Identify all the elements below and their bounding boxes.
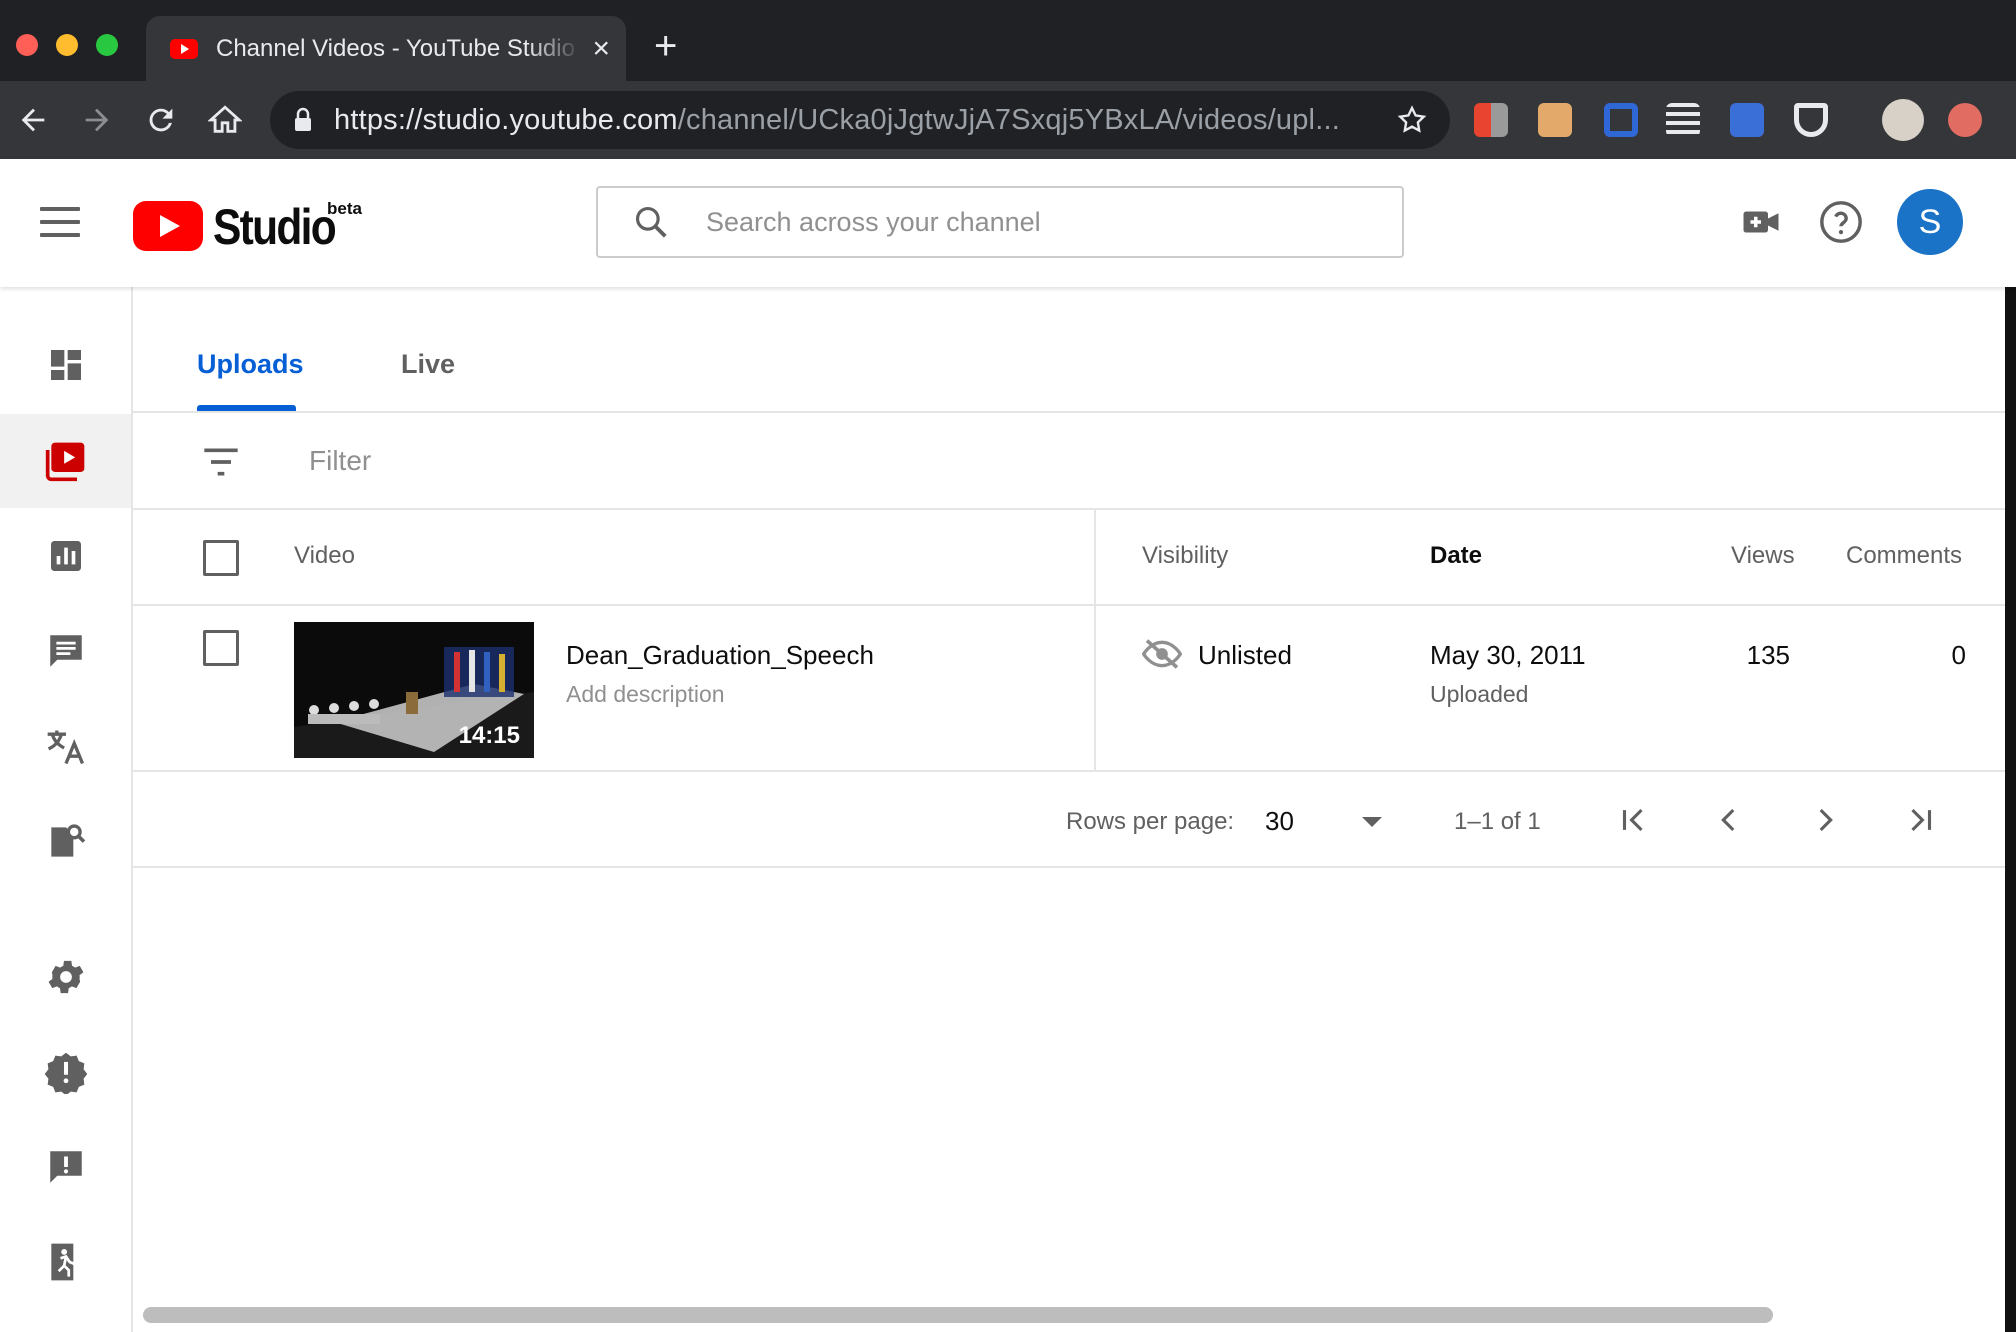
browser-tab-strip: Channel Videos - YouTube Studio × + [0, 0, 2016, 81]
window-edge [2005, 159, 2016, 1332]
rows-per-page-label: Rows per page: [1066, 808, 1235, 835]
select-all-checkbox[interactable] [203, 540, 239, 576]
studio-logo[interactable]: Studio beta [133, 197, 362, 257]
screenshot-extension-icon[interactable] [1604, 103, 1638, 137]
forward-icon[interactable] [74, 97, 120, 143]
dropdown-caret-icon[interactable] [1362, 817, 1382, 827]
update-icon[interactable] [1948, 103, 1982, 137]
table-header: Video Visibility Date Views Comments [133, 510, 2016, 606]
logo-badge: beta [327, 199, 362, 218]
settings-icon [48, 960, 83, 994]
column-visibility[interactable]: Visibility [1142, 542, 1228, 570]
sidebar-item-exit[interactable] [0, 1215, 131, 1309]
column-divider [1094, 510, 1096, 772]
next-page-icon[interactable] [1801, 796, 1849, 844]
visibility-value[interactable]: Unlisted [1198, 640, 1292, 671]
office-extension-icon[interactable] [1474, 103, 1508, 137]
account-avatar[interactable]: S [1897, 189, 1963, 255]
sidebar-item-report[interactable] [0, 1120, 131, 1214]
unlisted-eye-icon [1142, 639, 1182, 669]
row-checkbox[interactable] [203, 630, 239, 666]
close-window-button[interactable] [16, 34, 38, 56]
main-content: Uploads Live Filter Video Visibility Dat… [133, 287, 2016, 1332]
help-icon[interactable] [1818, 199, 1864, 250]
search-input[interactable] [706, 206, 1306, 238]
page-range: 1–1 of 1 [1454, 808, 1541, 835]
search-box[interactable] [596, 186, 1404, 258]
videos-icon [45, 442, 84, 482]
feedback-icon [44, 1052, 87, 1094]
column-comments[interactable]: Comments [1846, 542, 1962, 570]
horizontal-scrollbar[interactable] [143, 1307, 1773, 1323]
content-tabs: Uploads Live [133, 287, 2016, 413]
filter-bar[interactable]: Filter [133, 413, 2016, 510]
pagination: Rows per page: 30 1–1 of 1 [133, 772, 2016, 868]
column-views[interactable]: Views [1731, 542, 1795, 570]
face-extension-icon[interactable] [1538, 103, 1572, 137]
tab-title: Channel Videos - YouTube Studio [216, 34, 575, 62]
exit-icon [50, 1243, 75, 1281]
url-text: https://studio.youtube.com/channel/UCka0… [334, 103, 1340, 136]
sidebar-item-translations[interactable] [0, 700, 131, 794]
layers-extension-icon[interactable] [1666, 103, 1700, 137]
tab-live[interactable]: Live [401, 349, 455, 380]
sidebar-item-analytics[interactable] [0, 509, 131, 603]
lock-icon [295, 107, 311, 131]
video-description[interactable]: Add description [566, 681, 725, 708]
bookmark-star-icon[interactable] [1396, 104, 1428, 136]
minimize-window-button[interactable] [56, 34, 78, 56]
diamond-extension-icon[interactable] [1794, 103, 1828, 137]
home-icon[interactable] [202, 97, 248, 143]
back-icon[interactable] [10, 97, 56, 143]
date-value: May 30, 2011 [1430, 640, 1586, 670]
tab-close-icon[interactable]: × [592, 32, 610, 66]
youtube-favicon-icon [170, 38, 198, 59]
browser-tab[interactable]: Channel Videos - YouTube Studio × [146, 16, 626, 81]
sidebar-item-comments[interactable] [0, 604, 131, 698]
report-icon [49, 1151, 82, 1183]
reload-icon[interactable] [138, 97, 184, 143]
views-value: 135 [1746, 640, 1790, 670]
video-duration: 14:15 [458, 722, 520, 749]
column-date[interactable]: Date [1430, 542, 1482, 570]
sidebar-item-dashboard[interactable] [0, 318, 131, 412]
address-bar[interactable]: https://studio.youtube.com/channel/UCka0… [270, 91, 1450, 149]
profile-avatar-icon[interactable] [1882, 99, 1924, 141]
sidebar-item-videos[interactable] [0, 414, 131, 508]
previous-page-icon[interactable] [1705, 796, 1753, 844]
copyright-icon [50, 824, 85, 857]
dashboard-icon [50, 350, 81, 380]
filter-input[interactable]: Filter [309, 445, 371, 477]
save-extension-icon[interactable] [1730, 103, 1764, 137]
filter-icon[interactable] [201, 445, 241, 479]
search-icon [635, 206, 667, 238]
menu-icon[interactable] [40, 207, 80, 239]
video-thumbnail[interactable]: 14:15 [294, 622, 534, 758]
browser-toolbar: https://studio.youtube.com/channel/UCka0… [0, 81, 2016, 159]
sidebar [0, 287, 133, 1332]
sidebar-item-copyright[interactable] [0, 795, 131, 889]
new-tab-button[interactable]: + [654, 26, 677, 66]
sidebar-item-feedback[interactable] [0, 1025, 131, 1119]
table-row[interactable]: 14:15 Dean_Graduation_Speech Add descrip… [133, 606, 2016, 772]
logo-text: Studio [213, 199, 337, 255]
studio-header: Studio beta S [0, 159, 2016, 287]
comments-icon [49, 635, 82, 667]
date-status: Uploaded [1430, 681, 1529, 707]
youtube-logo-icon [133, 201, 203, 251]
create-video-icon[interactable] [1740, 201, 1782, 248]
zoom-window-button[interactable] [96, 34, 118, 56]
translations-icon [47, 730, 84, 765]
tab-uploads[interactable]: Uploads [197, 349, 304, 380]
last-page-icon[interactable] [1897, 796, 1945, 844]
column-video: Video [294, 542, 355, 569]
first-page-icon[interactable] [1609, 796, 1657, 844]
video-title[interactable]: Dean_Graduation_Speech [566, 640, 874, 671]
comments-value: 0 [1951, 640, 1966, 670]
active-tab-indicator [197, 405, 296, 411]
rows-per-page-select[interactable]: 30 [1265, 806, 1294, 837]
sidebar-item-settings[interactable] [0, 930, 131, 1024]
analytics-icon [50, 541, 81, 571]
